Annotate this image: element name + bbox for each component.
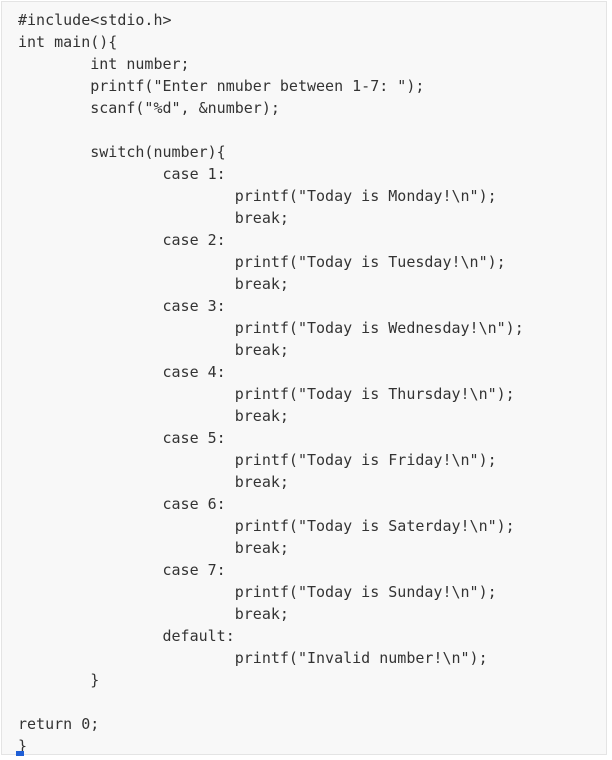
code-line[interactable]: } [18,669,524,691]
code-editor[interactable]: #include<stdio.h> int main(){ int number… [1,1,607,755]
code-line[interactable]: printf("Today is Wednesday!\n"); [18,317,524,339]
code-line[interactable]: break; [18,405,524,427]
code-line[interactable] [18,119,524,141]
code-line[interactable]: printf("Today is Monday!\n"); [18,185,524,207]
code-line[interactable]: break; [18,471,524,493]
code-line[interactable]: printf("Today is Tuesday!\n"); [18,251,524,273]
code-line[interactable]: printf("Today is Saterday!\n"); [18,515,524,537]
code-line[interactable]: return 0; [18,713,524,735]
code-line[interactable]: printf("Invalid number!\n"); [18,647,524,669]
code-line[interactable]: case 6: [18,493,524,515]
code-line[interactable]: } [18,735,524,754]
code-line[interactable]: scanf("%d", &number); [18,97,524,119]
code-line[interactable] [18,691,524,713]
code-line[interactable]: break; [18,603,524,625]
code-line[interactable]: int main(){ [18,31,524,53]
code-line[interactable]: default: [18,625,524,647]
text-cursor [16,751,24,756]
code-line[interactable]: printf("Today is Sunday!\n"); [18,581,524,603]
code-line[interactable]: case 3: [18,295,524,317]
code-line[interactable]: case 1: [18,163,524,185]
code-line[interactable]: printf("Today is Thursday!\n"); [18,383,524,405]
code-line[interactable]: case 5: [18,427,524,449]
code-line[interactable]: break; [18,537,524,559]
code-line[interactable]: case 2: [18,229,524,251]
code-line[interactable]: printf("Today is Friday!\n"); [18,449,524,471]
code-line[interactable]: break; [18,339,524,361]
code-line[interactable]: case 7: [18,559,524,581]
code-line[interactable]: #include<stdio.h> [18,9,524,31]
code-line[interactable]: case 4: [18,361,524,383]
code-block[interactable]: #include<stdio.h> int main(){ int number… [18,9,524,754]
code-line[interactable]: break; [18,207,524,229]
code-line[interactable]: int number; [18,53,524,75]
code-line[interactable]: switch(number){ [18,141,524,163]
code-line[interactable]: printf("Enter nmuber between 1-7: "); [18,75,524,97]
code-line[interactable]: break; [18,273,524,295]
